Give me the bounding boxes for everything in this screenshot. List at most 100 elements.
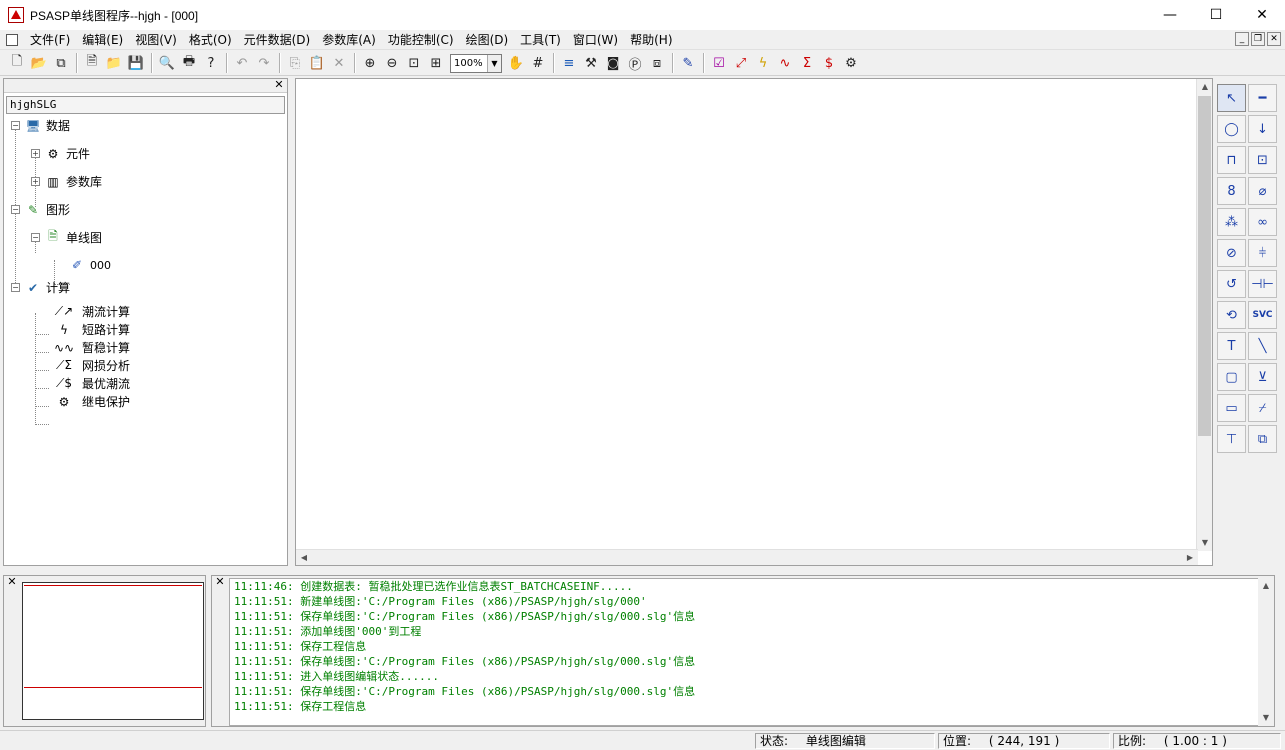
new-diagram-icon[interactable]: 🗎 [81,52,103,74]
power-flow-icon[interactable]: ⤢ [730,52,752,74]
close-icon[interactable]: ✕ [6,576,18,588]
optimal-flow-icon[interactable]: $ [818,52,840,74]
print-preview-icon[interactable]: 🔍 [156,52,178,74]
paste-icon[interactable]: 📋 [306,52,328,74]
breaker-icon[interactable]: ▭ [1217,394,1246,422]
tree-node-power-flow[interactable]: ⟋↗ 潮流计算 [50,303,130,320]
overview-map[interactable] [22,582,204,720]
new-file-icon[interactable]: 🗋 [6,52,28,74]
menu-param-library[interactable]: 参数库(A) [316,31,382,48]
zoom-in-icon[interactable]: ⊕ [359,52,381,74]
tree-node-optimal-flow[interactable]: ⟋$ 最优潮流 [50,375,130,392]
tree-node-graphics[interactable]: − ✎ 图形 [11,201,70,218]
scroll-down-icon[interactable]: ▼ [1197,535,1213,551]
terminal-icon[interactable]: ⊤ [1217,425,1246,453]
collapse-icon[interactable]: − [31,233,40,242]
tree-node-diagram-000[interactable]: ✐ 000 [68,257,111,273]
menu-file[interactable]: 文件(F) [24,31,76,48]
regulating-transformer-icon[interactable]: ∞ [1248,208,1277,236]
minimize-button[interactable]: — [1147,0,1193,30]
save-all-icon[interactable]: ⧉ [50,52,72,74]
transformer-icon[interactable]: ⌀ [1248,177,1277,205]
tree-node-components[interactable]: + ⚙ 元件 [31,145,90,162]
menu-drawing[interactable]: 绘图(D) [460,31,515,48]
close-button[interactable]: ✕ [1239,0,1285,30]
single-line-canvas[interactable]: ▲ ▼ ◀ ▶ [295,78,1213,566]
tree-root[interactable]: hjghSLG [6,96,285,114]
menu-edit[interactable]: 编辑(E) [76,31,129,48]
tree-node-data[interactable]: − 🖥 数据 [11,117,70,134]
scroll-right-icon[interactable]: ▶ [1182,550,1198,566]
capacitor-icon[interactable]: ⫩ [1248,239,1277,267]
monitor-icon[interactable]: ◙ [602,52,624,74]
series-reactor-icon[interactable]: ⟲ [1217,301,1246,329]
menu-component-data[interactable]: 元件数据(D) [238,31,317,48]
dc-line-icon[interactable]: ⊡ [1248,146,1277,174]
close-icon[interactable]: ✕ [273,79,285,91]
zoom-fit-icon[interactable]: ⊞ [425,52,447,74]
tree-node-transient[interactable]: ∿∿ 暂稳计算 [50,339,130,356]
maximize-button[interactable]: ☐ [1193,0,1239,30]
text-tool-icon[interactable]: T [1217,332,1246,360]
edit-chart-icon[interactable]: ✎ [677,52,699,74]
switch-icon[interactable]: ⌿ [1248,394,1277,422]
undo-icon[interactable]: ↶ [231,52,253,74]
ground-icon[interactable]: ⊻ [1248,363,1277,391]
transient-icon[interactable]: ∿ [774,52,796,74]
zoom-select[interactable]: 100% ▼ [450,53,502,73]
close-icon[interactable]: ✕ [214,576,226,588]
menu-view[interactable]: 视图(V) [129,31,183,48]
collapse-icon[interactable]: − [11,205,20,214]
rectangle-tool-icon[interactable]: ▢ [1217,363,1246,391]
vertical-scrollbar[interactable]: ▲ ▼ [1196,79,1212,551]
tools-icon[interactable]: ⚒ [580,52,602,74]
parameter-icon[interactable]: Ⓟ [624,52,646,74]
viewport-frame[interactable] [24,585,202,688]
delete-icon[interactable]: ✕ [328,52,350,74]
tree-node-loss-analysis[interactable]: ⟋Σ 网损分析 [50,357,130,374]
save-icon[interactable]: 💾 [125,52,147,74]
tree-node-calc[interactable]: − ✔ 计算 [11,279,70,296]
open-folder-icon[interactable]: 📂 [28,52,50,74]
data-check-icon[interactable]: ☑ [708,52,730,74]
generator-icon[interactable]: ◯ [1217,115,1246,143]
scroll-down-icon[interactable]: ▼ [1258,710,1274,726]
ac-line-icon[interactable]: ⊓ [1217,146,1246,174]
phase-shifter-icon[interactable]: ⊘ [1217,239,1246,267]
layers-icon[interactable]: ≡ [558,52,580,74]
horizontal-scrollbar[interactable]: ◀ ▶ [296,549,1198,565]
copy-icon[interactable]: ⎘ [284,52,306,74]
tree-node-short-circuit[interactable]: ϟ 短路计算 [50,321,130,338]
tree-node-relay[interactable]: ⚙ 继电保护 [50,393,130,410]
open-diagram-icon[interactable]: 📁 [103,52,125,74]
pan-hand-icon[interactable]: ✋ [505,52,527,74]
menu-format[interactable]: 格式(O) [183,31,238,48]
mdi-close-icon[interactable]: ✕ [1267,32,1281,46]
series-capacitor-icon[interactable]: ⊣⊢ [1248,270,1277,298]
scrollbar-thumb[interactable] [1198,96,1211,436]
scroll-left-icon[interactable]: ◀ [296,550,312,566]
short-circuit-icon[interactable]: ϟ [752,52,774,74]
redo-icon[interactable]: ↷ [253,52,275,74]
scroll-up-icon[interactable]: ▲ [1258,578,1274,594]
menu-window[interactable]: 窗口(W) [567,31,624,48]
select-arrow-icon[interactable]: ↖ [1217,84,1246,112]
network-icon[interactable]: ⧈ [646,52,668,74]
zoom-out-icon[interactable]: ⊖ [381,52,403,74]
loss-analysis-icon[interactable]: Σ [796,52,818,74]
line-tool-icon[interactable]: ╲ [1248,332,1277,360]
expand-icon[interactable]: + [31,149,40,158]
two-winding-transformer-icon[interactable]: 8 [1217,177,1246,205]
tree-node-param-library[interactable]: + ▥ 参数库 [31,173,102,190]
menu-tools[interactable]: 工具(T) [514,31,567,48]
tree-node-single-line[interactable]: − 🗎 单线图 [31,229,102,246]
grid-icon[interactable]: # [527,52,549,74]
chevron-down-icon[interactable]: ▼ [487,54,501,72]
zoom-window-icon[interactable]: ⊡ [403,52,425,74]
mdi-restore-icon[interactable]: ❐ [1251,32,1265,46]
svc-button[interactable]: SVC [1248,301,1277,329]
group-icon[interactable]: ⧉ [1248,425,1277,453]
load-icon[interactable]: ↓ [1248,115,1277,143]
expand-icon[interactable]: + [31,177,40,186]
collapse-icon[interactable]: − [11,283,20,292]
